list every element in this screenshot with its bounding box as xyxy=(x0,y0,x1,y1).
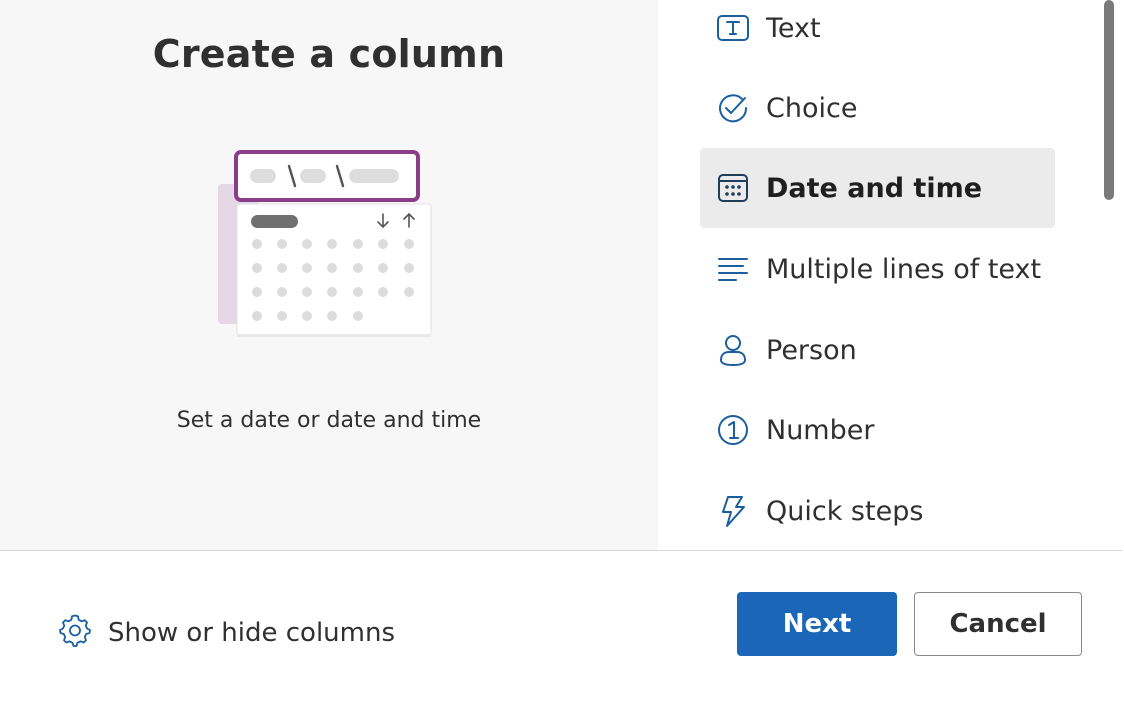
choice-check-icon xyxy=(716,91,750,125)
multiline-text-icon xyxy=(716,252,750,286)
show-hide-columns-link[interactable]: Show or hide columns xyxy=(58,613,395,652)
column-type-person[interactable]: Person xyxy=(700,310,1055,390)
cancel-button[interactable]: Cancel xyxy=(914,592,1082,656)
column-type-list: Text Choice Date and time Multiple lines… xyxy=(658,0,1122,550)
column-type-label: Multiple lines of text xyxy=(766,253,1042,285)
date-picker-illustration xyxy=(210,148,440,348)
calendar-icon xyxy=(716,171,750,205)
column-type-description: Set a date or date and time xyxy=(176,408,482,433)
column-type-date-and-time[interactable]: Date and time xyxy=(700,148,1055,228)
page-title: Create a column xyxy=(152,32,506,76)
show-hide-columns-label: Show or hide columns xyxy=(108,617,396,648)
column-type-label: Quick steps xyxy=(766,495,924,527)
column-type-label: Number xyxy=(766,414,875,446)
column-type-choice[interactable]: Choice xyxy=(700,68,1055,148)
column-type-number[interactable]: Number xyxy=(700,390,1055,470)
text-icon xyxy=(716,11,750,45)
calendar-illustration-icon xyxy=(218,150,432,337)
column-type-label: Person xyxy=(766,334,857,366)
scrollbar-thumb[interactable] xyxy=(1104,0,1114,200)
person-icon xyxy=(716,333,750,367)
column-type-label: Choice xyxy=(766,92,858,124)
dialog-footer: Show or hide columns Next Cancel xyxy=(0,551,1124,712)
column-type-multiple-lines-of-text[interactable]: Multiple lines of text xyxy=(700,229,1055,309)
gear-icon xyxy=(58,613,92,652)
next-button[interactable]: Next xyxy=(737,592,897,656)
column-type-quick-steps[interactable]: Quick steps xyxy=(700,471,1055,550)
column-type-text[interactable]: Text xyxy=(700,0,1055,68)
preview-panel: Create a column Set a date or date and t… xyxy=(0,0,658,550)
column-type-label: Text xyxy=(766,12,821,44)
lightning-icon xyxy=(716,494,750,528)
column-type-label: Date and time xyxy=(766,172,983,204)
list-scrollbar[interactable] xyxy=(1100,0,1116,210)
number-icon xyxy=(716,413,750,447)
